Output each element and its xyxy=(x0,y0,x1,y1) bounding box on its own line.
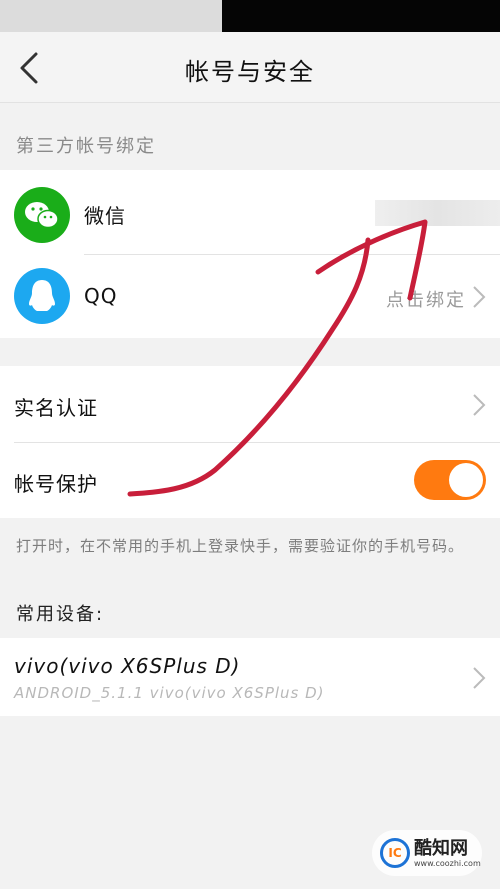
watermark-badge: IC 酷知网 www.coozhi.com xyxy=(372,830,482,876)
account-protection-label: 帐号保护 xyxy=(14,472,98,496)
qq-bind-action[interactable]: 点击绑定 xyxy=(386,286,466,312)
third-party-section-label: 第三方帐号绑定 xyxy=(16,136,156,157)
wechat-row[interactable]: 微信 xyxy=(0,170,500,254)
device-detail: ANDROID_5.1.1 vivo(vivo X6SPlus D) xyxy=(14,684,325,702)
toggle-knob xyxy=(449,463,483,497)
security-list: 实名认证 帐号保护 xyxy=(0,366,500,518)
watermark-name: 酷知网 xyxy=(414,838,468,859)
app-header: 帐号与安全 xyxy=(0,32,500,103)
device-name: vivo(vivo X6SPlus D) xyxy=(14,654,241,678)
wechat-label: 微信 xyxy=(84,204,126,228)
qq-label: QQ xyxy=(84,284,118,308)
third-party-list: 微信 QQ 点击绑定 xyxy=(0,170,500,338)
watermark-url: www.coozhi.com xyxy=(414,859,481,868)
qq-row[interactable]: QQ 点击绑定 xyxy=(0,254,500,338)
chevron-right-icon xyxy=(473,286,486,308)
wechat-account-masked xyxy=(375,200,500,226)
devices-list: vivo(vivo X6SPlus D) ANDROID_5.1.1 vivo(… xyxy=(0,638,500,716)
devices-section-label: 常用设备: xyxy=(16,604,105,625)
device-row[interactable]: vivo(vivo X6SPlus D) ANDROID_5.1.1 vivo(… xyxy=(0,638,500,716)
chevron-right-icon xyxy=(473,667,486,689)
protection-hint: 打开时，在不常用的手机上登录快手，需要验证你的手机号码。 xyxy=(16,537,465,555)
chevron-right-icon xyxy=(473,394,486,416)
wechat-icon xyxy=(14,187,70,243)
real-name-row[interactable]: 实名认证 xyxy=(0,366,500,442)
page-title: 帐号与安全 xyxy=(185,58,315,86)
account-protection-toggle[interactable] xyxy=(414,460,486,500)
account-protection-row: 帐号保护 xyxy=(0,442,500,518)
real-name-label: 实名认证 xyxy=(14,396,98,420)
qq-icon xyxy=(14,268,70,324)
watermark-logo-icon: IC xyxy=(380,838,410,868)
